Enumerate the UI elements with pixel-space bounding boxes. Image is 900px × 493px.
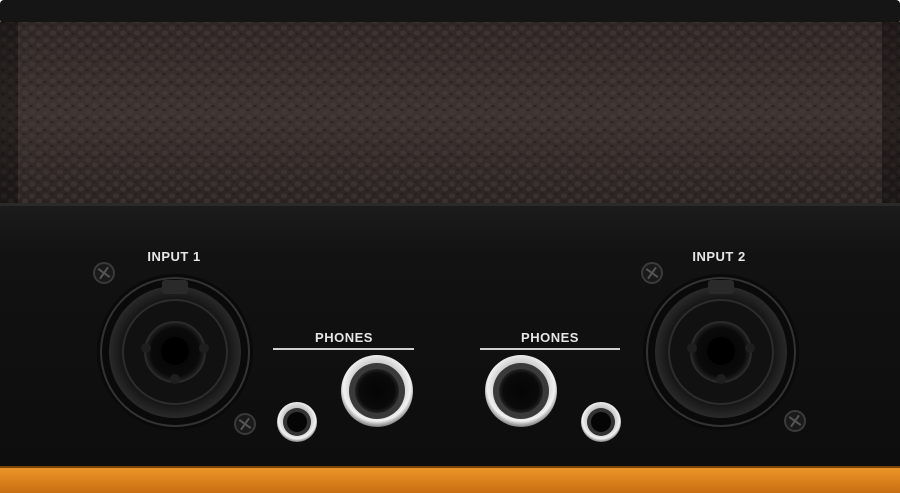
phones-right-jack[interactable]	[485, 355, 557, 427]
phones-left-rule	[273, 348, 414, 350]
phones-right-label: PHONES	[521, 330, 579, 345]
phones-right-rule	[480, 348, 620, 350]
input-1-combo-jack[interactable]	[97, 274, 253, 430]
audio-interface-front-panel: INPUT 1 INPUT 2 PHONES PHONES	[0, 0, 900, 493]
input-2-combo-jack[interactable]	[643, 274, 799, 430]
screw-icon	[784, 410, 806, 432]
phones-right-mini-jack[interactable]	[581, 402, 621, 442]
orange-trim	[0, 466, 900, 493]
phones-left-jack[interactable]	[341, 355, 413, 427]
screw-icon	[641, 262, 663, 284]
screw-icon	[234, 413, 256, 435]
screw-icon	[93, 262, 115, 284]
top-cap	[0, 0, 900, 24]
phones-left-mini-jack[interactable]	[277, 402, 317, 442]
leather-texture	[0, 22, 900, 204]
input-1-label: INPUT 1	[147, 249, 200, 264]
input-2-label: INPUT 2	[692, 249, 745, 264]
phones-left-label: PHONES	[315, 330, 373, 345]
